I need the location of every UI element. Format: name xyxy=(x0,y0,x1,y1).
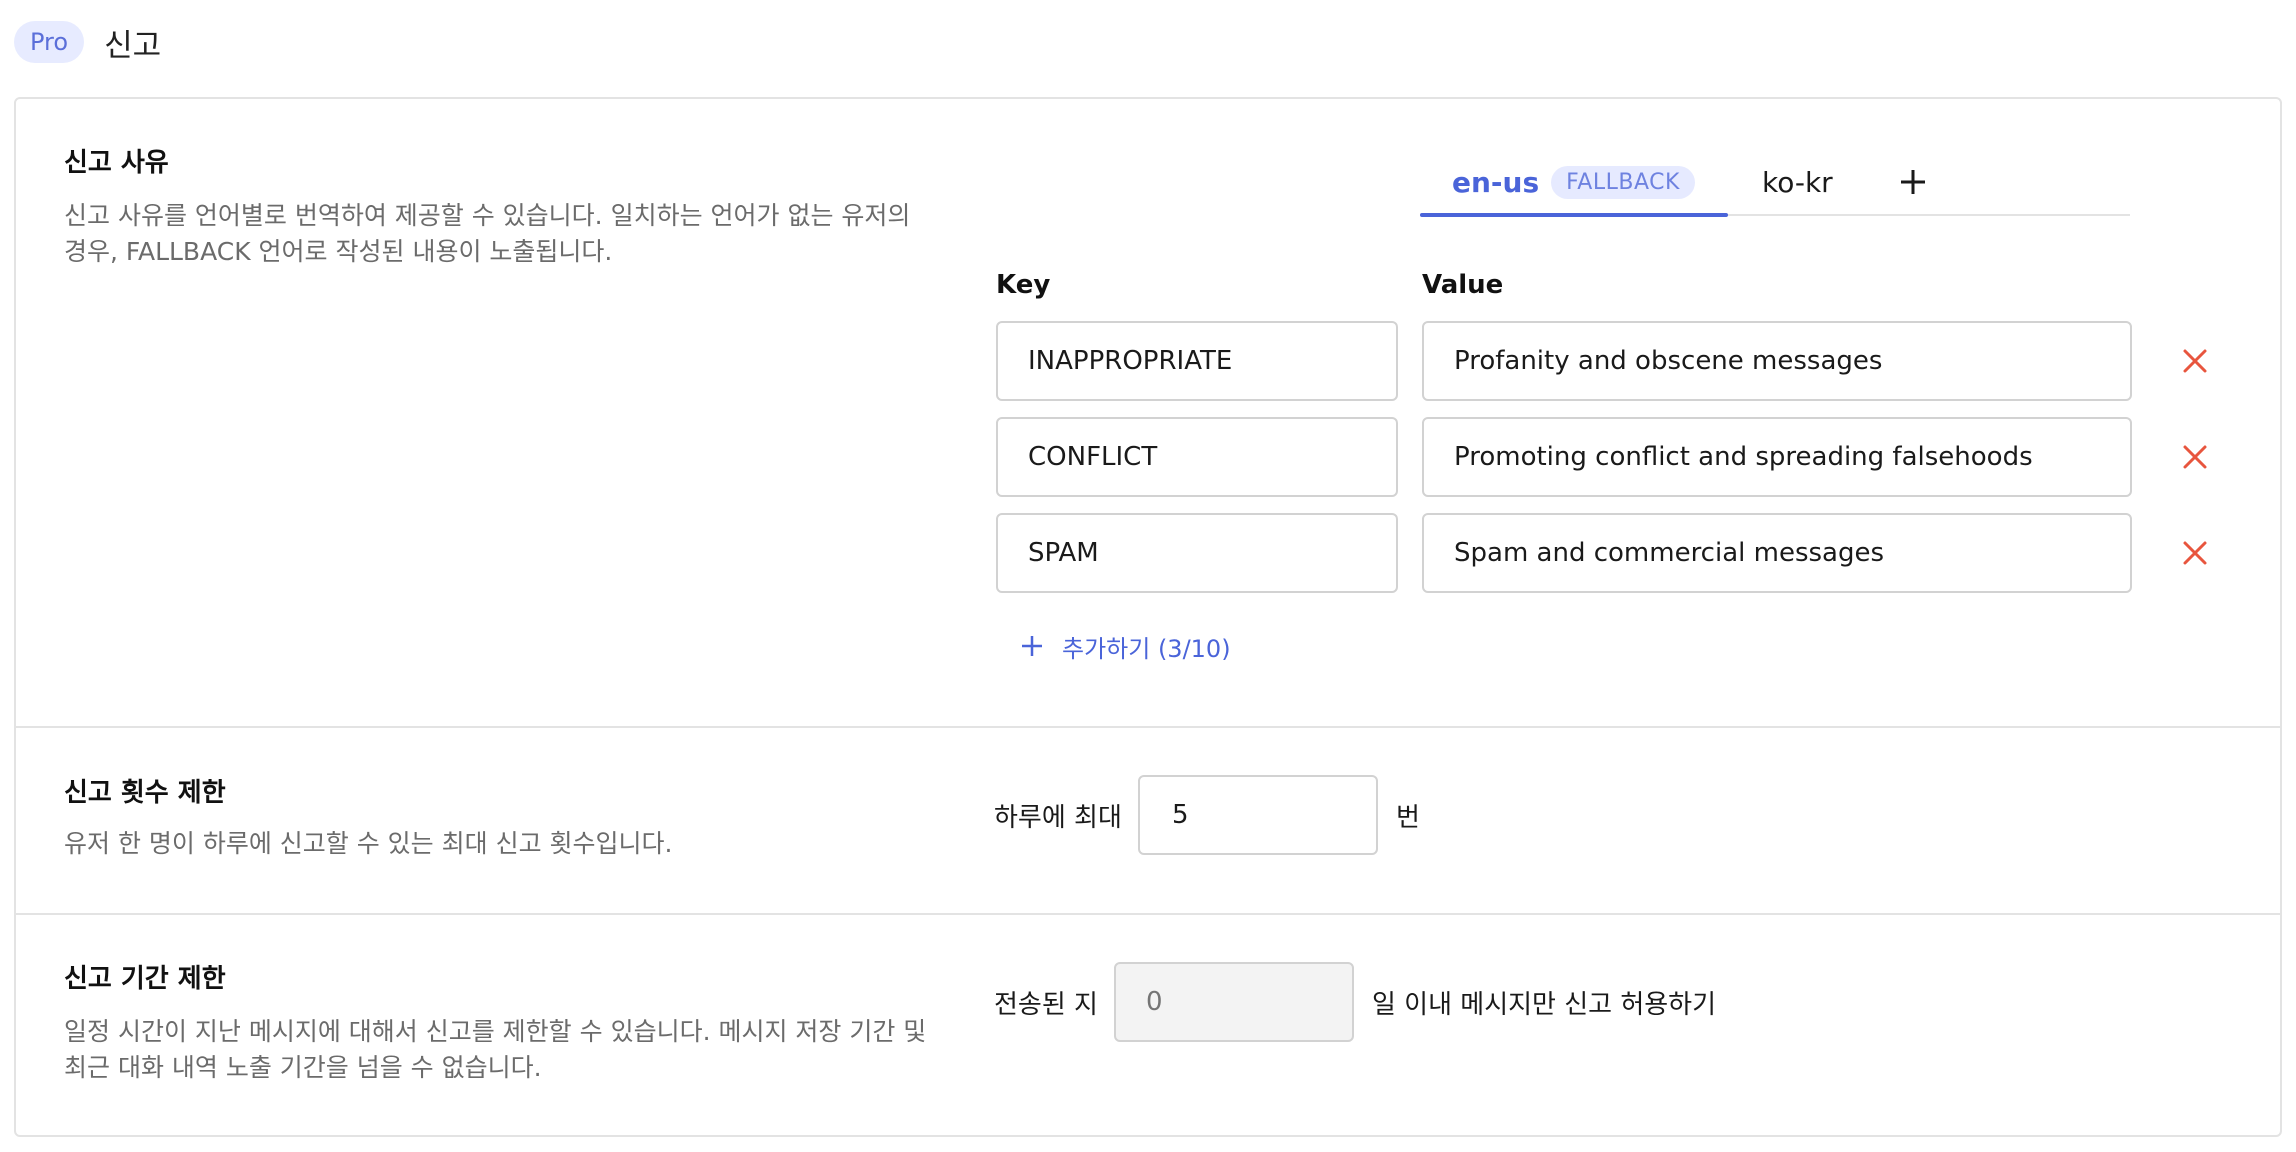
add-reason-label: 추가하기 (3/10) xyxy=(1062,634,1231,663)
delete-row-button[interactable] xyxy=(2173,339,2217,383)
page-title: 신고 xyxy=(104,27,162,64)
value-column-header: Value xyxy=(1422,270,1504,300)
count-limit-title: 신고 횟수 제한 xyxy=(64,778,226,808)
count-limit-description: 유저 한 명이 하루에 신고할 수 있는 최대 신고 횟수입니다. xyxy=(64,829,673,858)
delete-row-button[interactable] xyxy=(2173,435,2217,479)
close-icon xyxy=(2183,541,2207,565)
period-limit-description: 일정 시간이 지난 메시지에 대해서 신고를 제한할 수 있습니다. 메시지 저… xyxy=(64,1017,927,1082)
key-input[interactable] xyxy=(996,417,1398,497)
tab-en-us[interactable]: en-us FALLBACK xyxy=(1452,146,1695,218)
plus-icon xyxy=(1901,170,1925,194)
close-icon xyxy=(2183,349,2207,373)
period-limit-prefix: 전송된 지 xyxy=(994,990,1098,1020)
page-header: Pro 신고 xyxy=(14,18,161,66)
daily-limit-input[interactable] xyxy=(1138,775,1378,855)
key-column-header: Key xyxy=(996,270,1051,300)
fallback-badge: FALLBACK xyxy=(1551,165,1695,199)
reasons-description: 신고 사유를 언어별로 번역하여 제공할 수 있습니다. 일치하는 언어가 없는… xyxy=(64,201,911,266)
section-divider xyxy=(15,726,2281,728)
reasons-title: 신고 사유 xyxy=(64,148,169,178)
key-input[interactable] xyxy=(996,513,1398,593)
tab-ko-kr[interactable]: ko-kr xyxy=(1762,146,1833,218)
count-limit-suffix: 번 xyxy=(1396,803,1420,833)
period-limit-suffix: 일 이내 메시지만 신고 허용하기 xyxy=(1372,990,1717,1020)
add-language-button[interactable] xyxy=(1898,146,1928,218)
section-divider xyxy=(15,913,2281,915)
count-limit-prefix: 하루에 최대 xyxy=(994,803,1122,833)
period-limit-title: 신고 기간 제한 xyxy=(64,964,226,994)
active-tab-indicator xyxy=(1420,213,1728,217)
key-input[interactable] xyxy=(996,321,1398,401)
tab-label: ko-kr xyxy=(1762,165,1833,199)
tab-label: en-us xyxy=(1452,165,1540,199)
value-input[interactable] xyxy=(1422,513,2132,593)
plus-icon xyxy=(1022,636,1042,656)
value-input[interactable] xyxy=(1422,321,2132,401)
delete-row-button[interactable] xyxy=(2173,531,2217,575)
period-days-input[interactable] xyxy=(1114,962,1354,1042)
pro-badge: Pro xyxy=(14,21,85,63)
close-icon xyxy=(2183,445,2207,469)
add-reason-button[interactable]: 추가하기 (3/10) xyxy=(1018,626,1231,666)
value-input[interactable] xyxy=(1422,417,2132,497)
